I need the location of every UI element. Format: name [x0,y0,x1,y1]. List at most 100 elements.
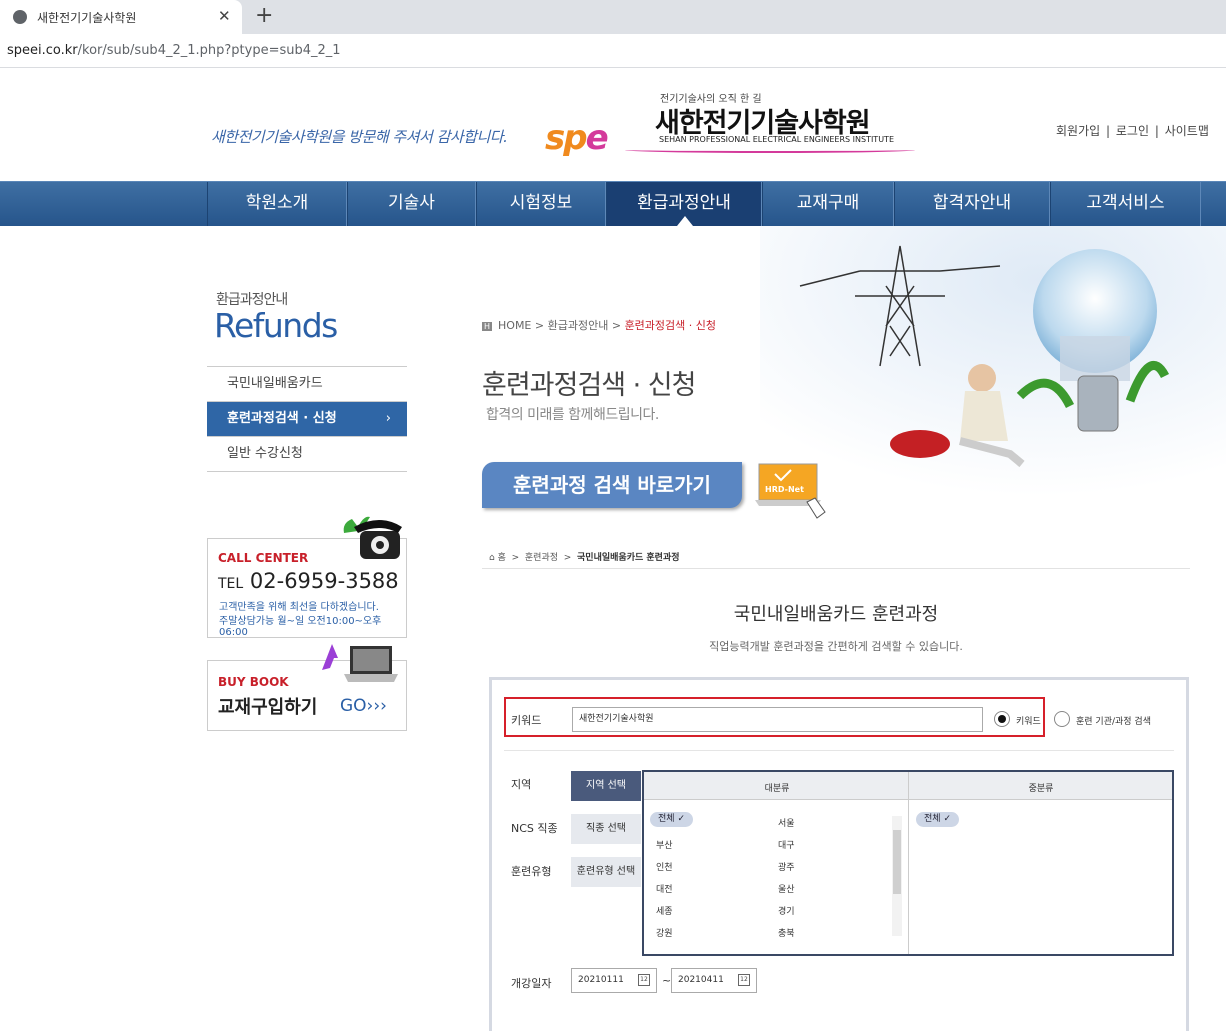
student [968,364,996,392]
minor-column-header: 중분류 [1028,784,1054,794]
url-text[interactable]: speei.co.kr/kor/sub/sub4_2_1.php?ptype=s… [7,43,341,58]
sidebar-item-label: 훈련과정검색 · 신청 [227,411,337,426]
hrd-net-icon[interactable]: HRD-Net [755,462,833,522]
check-icon: ✓ [677,814,685,824]
region-option[interactable]: 부산 [656,838,673,851]
home-icon[interactable]: ⌂ [489,553,495,563]
region-option[interactable]: 충북 [778,926,795,939]
date-range-separator: ~ [662,974,672,987]
minor-option-label: 전체 [924,814,941,824]
course-search-shortcut-button[interactable]: 훈련과정 검색 바로가기 [482,462,742,508]
check-icon: ✓ [943,814,951,824]
region-option[interactable]: 광주 [778,860,795,873]
logo-mark: spe [545,118,609,158]
region-option[interactable]: 서울 [778,816,795,829]
region-option[interactable]: 대전 [656,882,673,895]
buy-book-title: BUY BOOK [218,675,289,689]
region-label: 지역 [511,778,532,791]
date-from-value: 20210111 [578,975,624,985]
start-date-label: 개강일자 [511,977,552,990]
keyword-radio[interactable] [994,711,1010,727]
nav-academy[interactable]: 학원소개 [207,182,347,226]
column-divider [908,772,909,954]
emb-crumb-course[interactable]: 훈련과정 [525,553,558,563]
training-type-label: 훈련유형 [511,865,552,878]
buy-book-label: 교재구입하기 [218,697,318,718]
logo-mark-sp: sp [545,118,588,158]
city-buildings [1060,336,1130,381]
date-from-input[interactable]: 20210111 12 [571,968,657,993]
region-option[interactable]: 인천 [656,860,673,873]
login-link[interactable]: 로그인 [1116,124,1149,138]
address-bar[interactable]: speei.co.kr/kor/sub/sub4_2_1.php?ptype=s… [0,34,1226,68]
main-nav: 학원소개 기술사 시험정보 환급과정안내 교재구매 합격자안내 고객서비스 [0,181,1226,226]
header-slogan: 새한전기기술사학원을 방문해 주셔서 감사합니다. [211,128,508,146]
region-option[interactable]: 경기 [778,904,795,917]
buy-book-go[interactable]: GO››› [340,696,387,716]
browser-tab[interactable]: 새한전기기술사학원 ✕ [0,0,242,34]
telephone-icon [343,516,402,559]
calendar-icon[interactable]: 12 [638,974,650,986]
emb-crumb-separator: > [511,553,520,563]
embedded-breadcrumb: ⌂ 홈 > 훈련과정 > 국민내일배움카드 훈련과정 [489,550,680,563]
url-domain: speei.co.kr [7,43,78,58]
keyword-radio-label: 키워드 [1016,717,1041,727]
sidebar-item-course-search[interactable]: 훈련과정검색 · 신청 › [207,402,407,437]
region-option-selected[interactable]: 전체 ✓ [650,812,693,827]
sidebar-title-en: Refunds [214,306,338,345]
date-to-input[interactable]: 20210411 12 [671,968,757,993]
laptop-icon [322,644,398,682]
tel-prefix: TEL [218,576,244,592]
divider [504,750,1174,751]
divider [482,568,1190,569]
new-tab-icon[interactable]: + [255,3,273,28]
ncs-select-button[interactable]: 직종 선택 [571,814,641,844]
call-note-2: 주말상담가능 월~일 오전10:00~오후06:00 [219,616,382,638]
region-option-label: 전체 [658,814,675,824]
breadcrumb: H HOME > 환급과정안내 > 훈련과정검색 · 신청 [482,317,716,333]
nav-passers[interactable]: 합격자안내 [894,182,1050,226]
call-center-title: CALL CENTER [218,551,309,565]
emb-crumb-separator: > [563,553,572,563]
site-logo[interactable]: spe 전기기술사의 오직 한 길 새한전기기술사학원 SEHAN PROFES… [545,88,925,158]
nav-exam-info[interactable]: 시험정보 [476,182,606,226]
region-scrollbar[interactable] [892,816,902,936]
sidebar-item-label: 일반 수강신청 [227,446,303,461]
scrollbar-thumb[interactable] [893,830,901,894]
close-tab-icon[interactable]: ✕ [218,7,231,25]
training-type-button[interactable]: 훈련유형 선택 [571,857,641,887]
region-option[interactable]: 울산 [778,882,795,895]
breadcrumb-refund[interactable]: 환급과정안내 [548,319,609,332]
date-to-value: 20210411 [678,975,724,985]
minor-option-selected[interactable]: 전체 ✓ [916,812,959,827]
browser-tab-bar: 새한전기기술사학원 ✕ + [0,0,1226,34]
sidebar-item-label: 국민내일배움카드 [227,376,323,391]
sitemap-link[interactable]: 사이트맵 [1165,124,1209,138]
globe-icon [13,10,27,24]
nav-engineer[interactable]: 기술사 [347,182,476,226]
region-select-button[interactable]: 지역 선택 [571,771,641,801]
nav-customer[interactable]: 고객서비스 [1050,182,1201,226]
breadcrumb-current: 훈련과정검색 · 신청 [624,319,717,332]
emb-crumb-home[interactable]: 홈 [498,553,506,563]
join-link[interactable]: 회원가입 [1056,124,1100,138]
calendar-icon[interactable]: 12 [738,974,750,986]
region-option[interactable]: 대구 [778,838,795,851]
call-note-1: 고객만족을 위해 최선을 다하겠습니다. [219,602,379,613]
breadcrumb-home[interactable]: HOME [498,319,531,332]
region-option[interactable]: 세종 [656,904,673,917]
sidebar-item-general-registration[interactable]: 일반 수강신청 [207,437,407,472]
logo-swoosh [625,147,915,153]
institution-radio[interactable] [1054,711,1070,727]
nav-books[interactable]: 교재구매 [762,182,894,226]
backpack [890,430,950,458]
top-links: 회원가입 | 로그인 | 사이트맵 [1055,122,1210,139]
hrd-net-label: HRD-Net [765,485,804,494]
sidebar-menu: 국민내일배움카드 훈련과정검색 · 신청 › 일반 수강신청 [207,366,407,472]
region-grid: 대분류 중분류 전체 ✓ 부산 인천 대전 세종 강원 서울 대구 광주 울산 … [642,770,1174,956]
link-separator: | [1106,124,1111,138]
emb-crumb-current: 국민내일배움카드 훈련과정 [577,553,680,563]
sidebar-item-national-card[interactable]: 국민내일배움카드 [207,367,407,402]
region-option[interactable]: 강원 [656,926,673,939]
keyword-input[interactable]: 새한전기기술사학원 [572,707,983,732]
